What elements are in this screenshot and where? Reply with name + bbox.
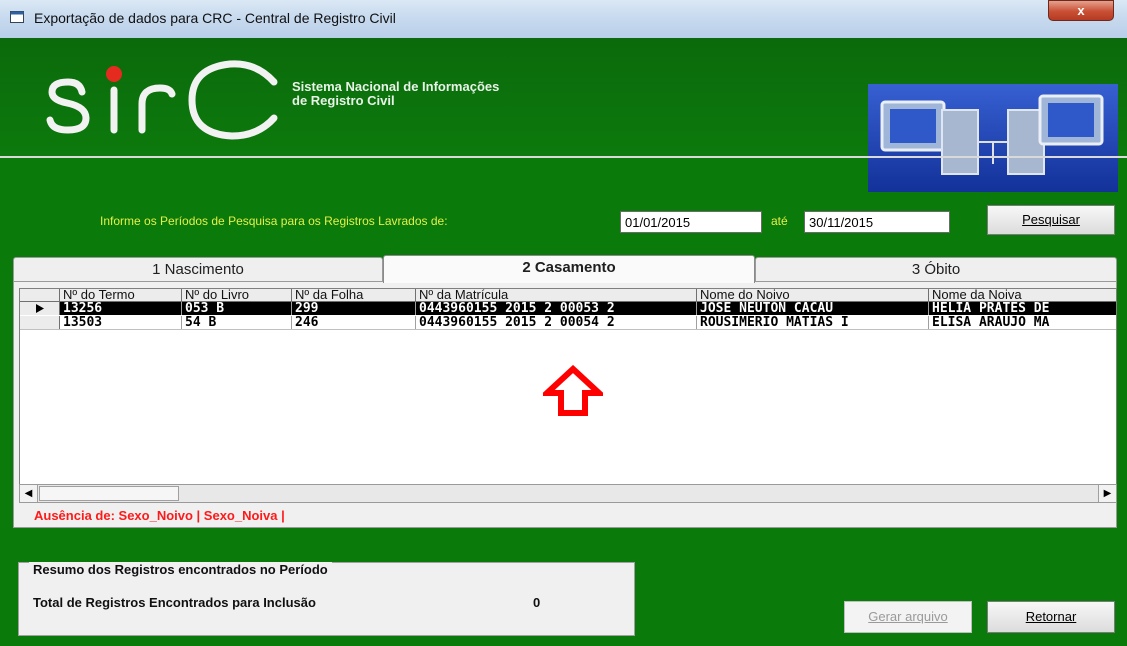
- cell-folha: 246: [292, 316, 416, 329]
- title-bar[interactable]: Exportação de dados para CRC - Central d…: [0, 0, 1127, 39]
- ate-label: até: [771, 214, 788, 228]
- generate-file-label: Gerar arquivo: [868, 609, 948, 624]
- row-indicator: [20, 302, 60, 315]
- cell-noivo: JOSÉ NEUTON CACAU: [697, 302, 929, 315]
- up-arrow-annotation-icon: [543, 365, 603, 416]
- generate-file-button[interactable]: Gerar arquivo: [844, 601, 972, 633]
- grid-corner: [20, 289, 60, 302]
- export-window: Exportação de dados para CRC - Central d…: [0, 0, 1127, 646]
- column-header-noiva[interactable]: Nome da Noiva: [929, 289, 1116, 302]
- table-row[interactable]: 13256 053 B 299 0443960155 2015 2 00053 …: [20, 302, 1116, 315]
- column-header-noivo[interactable]: Nome do Noivo: [697, 289, 929, 302]
- tab-casamento[interactable]: 2 Casamento: [383, 255, 755, 283]
- date-from-input[interactable]: 01/01/2015: [620, 211, 762, 233]
- scroll-left-icon[interactable]: ◀: [20, 485, 38, 502]
- window-title: Exportação de dados para CRC - Central d…: [34, 10, 396, 26]
- cell-noiva: HELIA PRATES DE: [929, 302, 1116, 315]
- networked-computers-icon: [868, 84, 1118, 192]
- summary-title: Resumo dos Registros encontrados no Perí…: [29, 562, 332, 577]
- scrollbar-thumb[interactable]: [39, 486, 179, 501]
- date-to-input[interactable]: 30/11/2015: [804, 211, 950, 233]
- return-button[interactable]: Retornar: [987, 601, 1115, 633]
- cell-termo: 13503: [60, 316, 182, 329]
- tab-obito[interactable]: 3 Óbito: [755, 257, 1117, 282]
- row-indicator: [20, 316, 60, 329]
- app-window-icon: [10, 11, 24, 23]
- grid-header: Nº do Termo Nº do Livro Nº da Folha Nº d…: [20, 289, 1116, 302]
- tab-strip: 1 Nascimento 2 Casamento 3 Óbito: [13, 255, 1117, 283]
- current-row-arrow-icon: [36, 304, 44, 313]
- cell-matricula: 0443960155 2015 2 00054 2: [416, 316, 697, 329]
- search-period-label: Informe os Períodos de Pesquisa para os …: [100, 214, 448, 228]
- cell-folha: 299: [292, 302, 416, 315]
- header-banner: Sistema Nacional de Informações de Regis…: [0, 38, 1127, 192]
- column-header-livro[interactable]: Nº do Livro: [182, 289, 292, 302]
- column-header-folha[interactable]: Nº da Folha: [292, 289, 416, 302]
- missing-fields-warning: Ausência de: Sexo_Noivo | Sexo_Noiva |: [34, 508, 285, 523]
- close-button[interactable]: x: [1048, 0, 1114, 21]
- cell-matricula: 0443960155 2015 2 00053 2: [416, 302, 697, 315]
- tagline-line-1: Sistema Nacional de Informações: [292, 79, 500, 94]
- cell-livro: 053 B: [182, 302, 292, 315]
- search-button-label: Pesquisar: [1022, 212, 1080, 227]
- cell-noivo: ROUSIMÉRIO MATIAS I: [697, 316, 929, 329]
- return-button-label: Retornar: [1025, 609, 1077, 624]
- summary-group: Resumo dos Registros encontrados no Perí…: [18, 562, 635, 636]
- sirc-tagline: Sistema Nacional de Informações de Regis…: [292, 80, 499, 108]
- column-header-termo[interactable]: Nº do Termo: [60, 289, 182, 302]
- tagline-line-2: de Registro Civil: [292, 93, 395, 108]
- horizontal-scrollbar[interactable]: ◀ ▶: [19, 484, 1117, 503]
- tab-nascimento[interactable]: 1 Nascimento: [13, 257, 383, 282]
- scroll-right-icon[interactable]: ▶: [1098, 485, 1116, 502]
- cell-termo: 13256: [60, 302, 182, 315]
- search-button[interactable]: Pesquisar: [987, 205, 1115, 235]
- column-header-matricula[interactable]: Nº da Matrícula: [416, 289, 697, 302]
- sirc-logo: [46, 60, 278, 140]
- cell-livro: 54 B: [182, 316, 292, 329]
- table-row[interactable]: 13503 54 B 246 0443960155 2015 2 00054 2…: [20, 316, 1116, 330]
- cell-noiva: ELISA ARAÚJO MA: [929, 316, 1116, 329]
- banner-separator: [0, 156, 1127, 158]
- summary-total-label: Total de Registros Encontrados para Incl…: [33, 595, 316, 610]
- summary-total-count: 0: [533, 595, 541, 610]
